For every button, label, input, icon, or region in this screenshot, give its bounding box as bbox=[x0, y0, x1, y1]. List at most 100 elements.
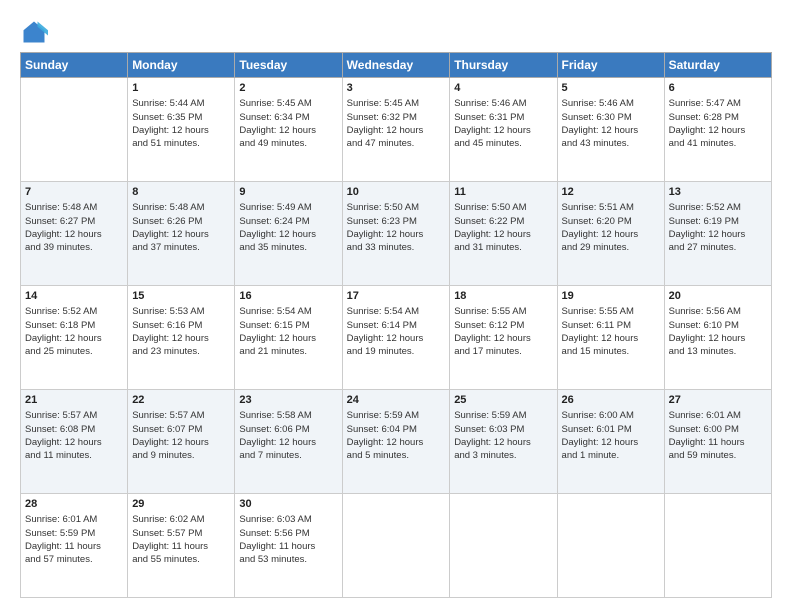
day-number: 9 bbox=[239, 185, 337, 200]
cell-line: Daylight: 12 hours bbox=[669, 332, 767, 345]
cell-line: and 23 minutes. bbox=[132, 345, 230, 358]
cell-line: and 3 minutes. bbox=[454, 449, 552, 462]
calendar-cell: 30Sunrise: 6:03 AMSunset: 5:56 PMDayligh… bbox=[235, 494, 342, 598]
cell-line: and 55 minutes. bbox=[132, 553, 230, 566]
cell-line: Sunrise: 6:02 AM bbox=[132, 513, 230, 526]
cell-line: Daylight: 11 hours bbox=[132, 540, 230, 553]
cell-line: Sunrise: 5:55 AM bbox=[562, 305, 660, 318]
day-number: 10 bbox=[347, 185, 446, 200]
calendar-cell bbox=[342, 494, 450, 598]
cell-line: Daylight: 12 hours bbox=[347, 332, 446, 345]
cell-line: Sunrise: 5:49 AM bbox=[239, 201, 337, 214]
calendar-cell: 1Sunrise: 5:44 AMSunset: 6:35 PMDaylight… bbox=[128, 78, 235, 182]
day-number: 8 bbox=[132, 185, 230, 200]
calendar-cell: 3Sunrise: 5:45 AMSunset: 6:32 PMDaylight… bbox=[342, 78, 450, 182]
cell-line: and 21 minutes. bbox=[239, 345, 337, 358]
day-number: 24 bbox=[347, 393, 446, 408]
cell-line: and 41 minutes. bbox=[669, 137, 767, 150]
cell-line: Daylight: 12 hours bbox=[347, 124, 446, 137]
calendar-row-0: 1Sunrise: 5:44 AMSunset: 6:35 PMDaylight… bbox=[21, 78, 772, 182]
cell-line: Daylight: 12 hours bbox=[132, 124, 230, 137]
cell-line: Daylight: 12 hours bbox=[454, 124, 552, 137]
cell-line: Sunset: 6:27 PM bbox=[25, 215, 123, 228]
cell-line: Daylight: 12 hours bbox=[132, 332, 230, 345]
cell-line: Sunset: 6:03 PM bbox=[454, 423, 552, 436]
cell-line: Sunrise: 5:59 AM bbox=[454, 409, 552, 422]
day-number: 7 bbox=[25, 185, 123, 200]
cell-line: Sunset: 6:19 PM bbox=[669, 215, 767, 228]
day-number: 13 bbox=[669, 185, 767, 200]
cell-line: Sunrise: 6:01 AM bbox=[669, 409, 767, 422]
cell-line: Daylight: 12 hours bbox=[669, 124, 767, 137]
cell-line: and 11 minutes. bbox=[25, 449, 123, 462]
cell-line: Sunset: 6:07 PM bbox=[132, 423, 230, 436]
calendar-cell: 4Sunrise: 5:46 AMSunset: 6:31 PMDaylight… bbox=[450, 78, 557, 182]
cell-line: Daylight: 11 hours bbox=[239, 540, 337, 553]
calendar-cell: 14Sunrise: 5:52 AMSunset: 6:18 PMDayligh… bbox=[21, 286, 128, 390]
day-number: 26 bbox=[562, 393, 660, 408]
cell-line: Daylight: 12 hours bbox=[347, 436, 446, 449]
cell-line: Sunrise: 5:56 AM bbox=[669, 305, 767, 318]
col-header-thursday: Thursday bbox=[450, 53, 557, 78]
calendar-cell: 12Sunrise: 5:51 AMSunset: 6:20 PMDayligh… bbox=[557, 182, 664, 286]
cell-line: Daylight: 12 hours bbox=[454, 228, 552, 241]
cell-line: and 43 minutes. bbox=[562, 137, 660, 150]
cell-line: Daylight: 11 hours bbox=[25, 540, 123, 553]
cell-line: and 25 minutes. bbox=[25, 345, 123, 358]
calendar-cell: 16Sunrise: 5:54 AMSunset: 6:15 PMDayligh… bbox=[235, 286, 342, 390]
calendar-cell: 20Sunrise: 5:56 AMSunset: 6:10 PMDayligh… bbox=[664, 286, 771, 390]
cell-line: Sunrise: 5:45 AM bbox=[347, 97, 446, 110]
cell-line: and 49 minutes. bbox=[239, 137, 337, 150]
calendar-cell: 21Sunrise: 5:57 AMSunset: 6:08 PMDayligh… bbox=[21, 390, 128, 494]
cell-line: Sunrise: 5:50 AM bbox=[347, 201, 446, 214]
calendar-cell: 24Sunrise: 5:59 AMSunset: 6:04 PMDayligh… bbox=[342, 390, 450, 494]
cell-line: Sunset: 6:06 PM bbox=[239, 423, 337, 436]
cell-line: Sunrise: 5:53 AM bbox=[132, 305, 230, 318]
calendar-cell: 25Sunrise: 5:59 AMSunset: 6:03 PMDayligh… bbox=[450, 390, 557, 494]
cell-line: Sunset: 6:08 PM bbox=[25, 423, 123, 436]
cell-line: Daylight: 12 hours bbox=[25, 436, 123, 449]
cell-line: Sunset: 6:24 PM bbox=[239, 215, 337, 228]
calendar-cell: 6Sunrise: 5:47 AMSunset: 6:28 PMDaylight… bbox=[664, 78, 771, 182]
cell-line: Sunset: 6:32 PM bbox=[347, 111, 446, 124]
cell-line: Daylight: 12 hours bbox=[562, 332, 660, 345]
cell-line: Daylight: 12 hours bbox=[239, 228, 337, 241]
cell-line: and 19 minutes. bbox=[347, 345, 446, 358]
cell-line: Sunset: 6:31 PM bbox=[454, 111, 552, 124]
cell-line: Sunset: 5:56 PM bbox=[239, 527, 337, 540]
cell-line: Daylight: 12 hours bbox=[454, 436, 552, 449]
day-number: 5 bbox=[562, 81, 660, 96]
cell-line: and 35 minutes. bbox=[239, 241, 337, 254]
cell-line: Sunrise: 6:03 AM bbox=[239, 513, 337, 526]
calendar-cell bbox=[664, 494, 771, 598]
calendar-row-2: 14Sunrise: 5:52 AMSunset: 6:18 PMDayligh… bbox=[21, 286, 772, 390]
day-number: 22 bbox=[132, 393, 230, 408]
day-number: 3 bbox=[347, 81, 446, 96]
day-number: 25 bbox=[454, 393, 552, 408]
cell-line: Daylight: 12 hours bbox=[454, 332, 552, 345]
cell-line: Daylight: 12 hours bbox=[562, 124, 660, 137]
cell-line: Sunrise: 5:54 AM bbox=[347, 305, 446, 318]
cell-line: Sunset: 5:57 PM bbox=[132, 527, 230, 540]
cell-line: Sunset: 6:35 PM bbox=[132, 111, 230, 124]
cell-line: Daylight: 12 hours bbox=[25, 332, 123, 345]
day-number: 28 bbox=[25, 497, 123, 512]
calendar-cell: 27Sunrise: 6:01 AMSunset: 6:00 PMDayligh… bbox=[664, 390, 771, 494]
day-number: 1 bbox=[132, 81, 230, 96]
header bbox=[20, 18, 772, 46]
cell-line: Sunset: 6:00 PM bbox=[669, 423, 767, 436]
cell-line: Sunrise: 5:54 AM bbox=[239, 305, 337, 318]
col-header-monday: Monday bbox=[128, 53, 235, 78]
cell-line: Sunrise: 5:52 AM bbox=[25, 305, 123, 318]
cell-line: and 53 minutes. bbox=[239, 553, 337, 566]
cell-line: Sunrise: 5:44 AM bbox=[132, 97, 230, 110]
cell-line: and 51 minutes. bbox=[132, 137, 230, 150]
cell-line: Sunrise: 5:48 AM bbox=[132, 201, 230, 214]
calendar-cell: 18Sunrise: 5:55 AMSunset: 6:12 PMDayligh… bbox=[450, 286, 557, 390]
cell-line: Sunrise: 5:57 AM bbox=[132, 409, 230, 422]
calendar-cell: 26Sunrise: 6:00 AMSunset: 6:01 PMDayligh… bbox=[557, 390, 664, 494]
cell-line: Sunset: 6:12 PM bbox=[454, 319, 552, 332]
cell-line: and 13 minutes. bbox=[669, 345, 767, 358]
cell-line: Sunrise: 5:55 AM bbox=[454, 305, 552, 318]
col-header-saturday: Saturday bbox=[664, 53, 771, 78]
